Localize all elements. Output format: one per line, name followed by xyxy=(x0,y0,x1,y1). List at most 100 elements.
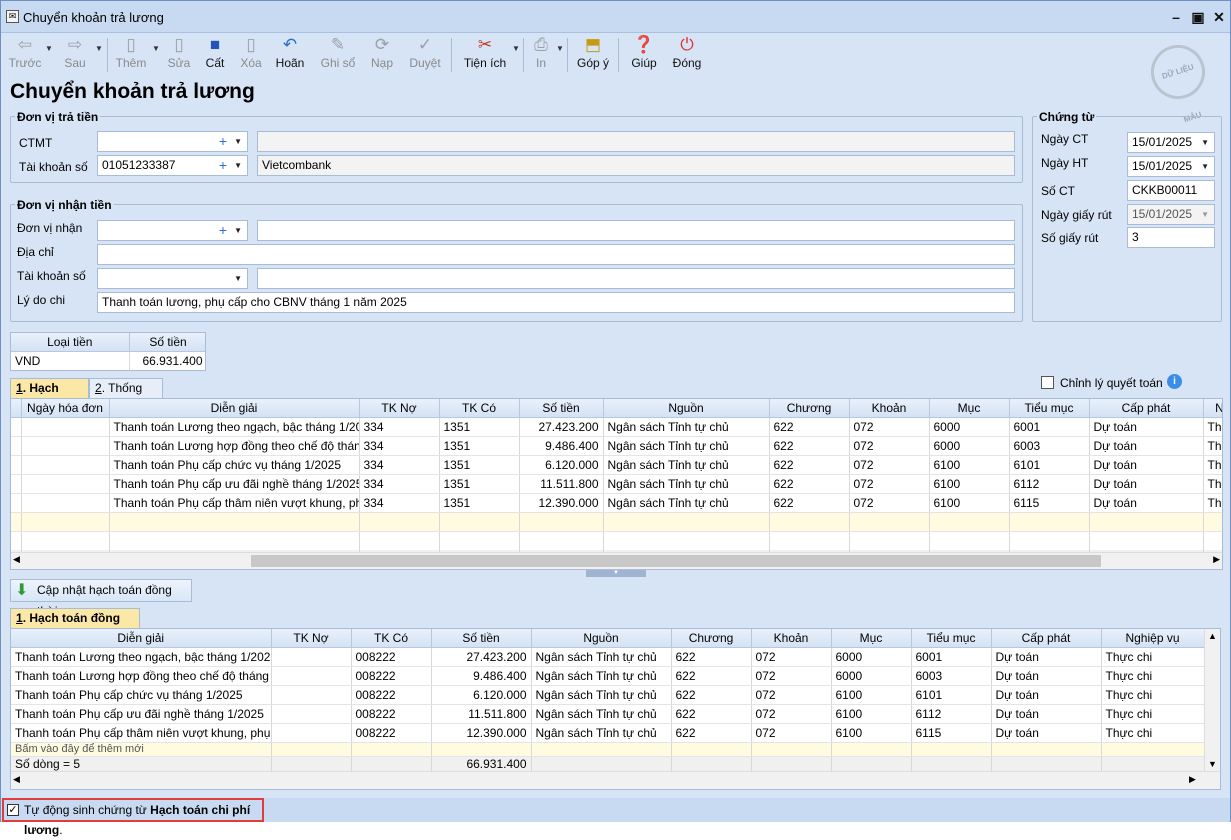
table-cell[interactable]: Dự toán xyxy=(991,704,1102,724)
splitter-handle[interactable]: ▼ xyxy=(586,570,646,577)
column-header[interactable]: Tiểu mục xyxy=(911,629,992,648)
reason-input[interactable]: Thanh toán lương, phụ cấp cho CBNV tháng… xyxy=(97,292,1015,313)
scroll-thumb[interactable] xyxy=(251,555,1101,567)
table-cell[interactable] xyxy=(271,666,352,686)
check-icon[interactable]: ✓ xyxy=(7,804,19,816)
table-cell[interactable]: 6100 xyxy=(831,704,912,724)
table-cell[interactable]: 6100 xyxy=(929,474,1010,494)
table-cell[interactable]: 1351 xyxy=(439,474,520,494)
auto-generate-checkbox[interactable]: ✓ Tự động sinh chứng từ Hạch toán chi ph… xyxy=(2,798,264,837)
scroll-right-icon[interactable]: ▶ xyxy=(1189,774,1196,785)
table-cell[interactable]: 622 xyxy=(671,647,752,667)
column-header[interactable]: Số tiền xyxy=(519,399,604,418)
table-cell[interactable]: 6115 xyxy=(1009,493,1090,513)
column-header[interactable]: Chương xyxy=(671,629,752,648)
table-cell[interactable]: 072 xyxy=(751,647,832,667)
table-cell[interactable]: Thanh toán Lương hợp đồng theo chế độ th… xyxy=(109,436,360,456)
table-cell[interactable]: Thanh toán Phụ cấp chức vụ tháng 1/2025 xyxy=(109,455,360,475)
approve-button[interactable]: ✓ Duyệt xyxy=(405,34,445,76)
table-cell[interactable]: Thực chi xyxy=(1101,685,1205,705)
table-row[interactable]: Thanh toán Phụ cấp thâm niên vượt khung,… xyxy=(11,723,1205,743)
ctmt-combo[interactable]: + ▼ xyxy=(97,131,248,152)
info-icon[interactable]: i xyxy=(1167,374,1182,389)
table-cell[interactable]: 6000 xyxy=(831,647,912,667)
column-header[interactable]: Nguồn xyxy=(531,629,672,648)
table-cell[interactable]: Thanh toán Lương hợp đồng theo chế độ th… xyxy=(11,666,272,686)
table-cell[interactable]: 27.423.200 xyxy=(431,647,532,667)
table-cell[interactable] xyxy=(21,455,110,475)
scroll-left-icon[interactable]: ◀ xyxy=(13,554,20,565)
table-cell[interactable]: 6001 xyxy=(911,647,992,667)
post-button[interactable]: ✎ Ghi sổ xyxy=(317,34,359,76)
table-cell[interactable]: Thanh toán Phụ cấp ưu đãi nghề tháng 1/2… xyxy=(109,474,360,494)
table-cell[interactable]: 072 xyxy=(849,493,930,513)
column-header[interactable]: TK Nợ xyxy=(359,399,440,418)
table-cell[interactable]: 008222 xyxy=(351,647,432,667)
edit-button[interactable]: ▯ Sửa xyxy=(163,34,195,76)
help-button[interactable]: ❓ Giúp xyxy=(627,34,661,76)
table-cell[interactable]: 6100 xyxy=(831,723,912,743)
reload-button[interactable]: ⟳ Nạp xyxy=(365,34,399,76)
table-cell[interactable]: Thực chi xyxy=(1101,647,1205,667)
table-cell[interactable]: Dự toán xyxy=(1089,455,1204,475)
column-header[interactable]: TK Có xyxy=(351,629,432,648)
add-icon[interactable]: + xyxy=(219,221,227,240)
table-cell[interactable]: 622 xyxy=(671,704,752,724)
table-cell[interactable]: 622 xyxy=(671,723,752,743)
table-cell[interactable]: 6115 xyxy=(911,723,992,743)
table-cell[interactable]: Thự xyxy=(1203,417,1222,437)
table-row[interactable]: Thanh toán Lương theo ngạch, bậc tháng 1… xyxy=(11,417,1222,437)
add-icon[interactable]: + xyxy=(219,132,227,151)
column-header[interactable]: Tiểu mục xyxy=(1009,399,1090,418)
table-cell[interactable]: 1351 xyxy=(439,455,520,475)
add-icon[interactable]: + xyxy=(219,156,227,175)
date-ht-picker[interactable]: 15/01/2025 ▼ xyxy=(1127,156,1215,177)
column-header[interactable]: TK Nợ xyxy=(271,629,352,648)
table-cell[interactable]: 9.486.400 xyxy=(519,436,604,456)
add-new-row[interactable]: Bấm vào đây để thêm mới xyxy=(11,742,1205,757)
table-cell[interactable]: 6003 xyxy=(911,666,992,686)
tab-statistics[interactable]: 2. Thống kê xyxy=(89,378,163,414)
table-cell[interactable]: 6101 xyxy=(1009,455,1090,475)
column-header[interactable]: Cấp phát xyxy=(991,629,1102,648)
table-cell[interactable]: Dự toán xyxy=(1089,436,1204,456)
table-cell[interactable]: 9.486.400 xyxy=(431,666,532,686)
table-cell[interactable]: 072 xyxy=(751,685,832,705)
table-cell[interactable]: Ngân sách Tỉnh tự chủ xyxy=(531,647,672,667)
horizontal-scrollbar[interactable]: ◀ ▶ xyxy=(11,552,1222,569)
table-cell[interactable]: 6003 xyxy=(1009,436,1090,456)
table-cell[interactable]: 008222 xyxy=(351,704,432,724)
table-cell[interactable]: 072 xyxy=(849,436,930,456)
column-header[interactable]: N xyxy=(1203,399,1222,418)
table-cell[interactable]: Ngân sách Tỉnh tự chủ xyxy=(603,436,770,456)
scroll-up-icon[interactable]: ▲ xyxy=(1208,631,1217,641)
table-cell[interactable] xyxy=(21,474,110,494)
undo-button[interactable]: ↶ Hoãn xyxy=(272,34,308,76)
table-cell[interactable]: Dự toán xyxy=(1089,493,1204,513)
save-button[interactable]: ■ Cất xyxy=(200,34,230,76)
column-header[interactable]: Nguồn xyxy=(603,399,770,418)
table-row[interactable]: Thanh toán Lương hợp đồng theo chế độ th… xyxy=(11,666,1205,686)
tab-concurrent-accounting[interactable]: 1. Hạch toán đồng thời xyxy=(10,608,140,644)
chevron-down-icon[interactable]: ▼ xyxy=(1201,157,1209,176)
table-cell[interactable]: 334 xyxy=(359,474,440,494)
table-row[interactable]: Thanh toán Phụ cấp ưu đãi nghề tháng 1/2… xyxy=(11,704,1205,724)
table-cell[interactable]: Ngân sách Tỉnh tự chủ xyxy=(531,704,672,724)
table-cell[interactable]: 072 xyxy=(751,723,832,743)
print-dropdown-icon[interactable]: ▼ xyxy=(556,44,564,53)
column-header[interactable]: TK Có xyxy=(439,399,520,418)
so-ct-input[interactable]: CKKB00011 xyxy=(1127,180,1215,201)
table-cell[interactable]: 008222 xyxy=(351,666,432,686)
payee-account-combo[interactable]: ▼ xyxy=(97,268,248,289)
table-cell[interactable]: 6100 xyxy=(831,685,912,705)
table-cell[interactable]: 008222 xyxy=(351,723,432,743)
tab-accounting[interactable]: 1. Hạch toán xyxy=(10,378,89,414)
chevron-down-icon[interactable]: ▼ xyxy=(1201,133,1209,152)
chevron-down-icon[interactable]: ▼ xyxy=(234,221,242,240)
table-cell[interactable]: 622 xyxy=(769,417,850,437)
table-cell[interactable]: 1351 xyxy=(439,417,520,437)
prev-dropdown-icon[interactable]: ▼ xyxy=(45,44,53,53)
table-cell[interactable]: Thự xyxy=(1203,436,1222,456)
update-concurrent-button[interactable]: ⬇Cập nhật hạch toán đồng thời xyxy=(10,579,192,618)
table-cell[interactable]: 008222 xyxy=(351,685,432,705)
